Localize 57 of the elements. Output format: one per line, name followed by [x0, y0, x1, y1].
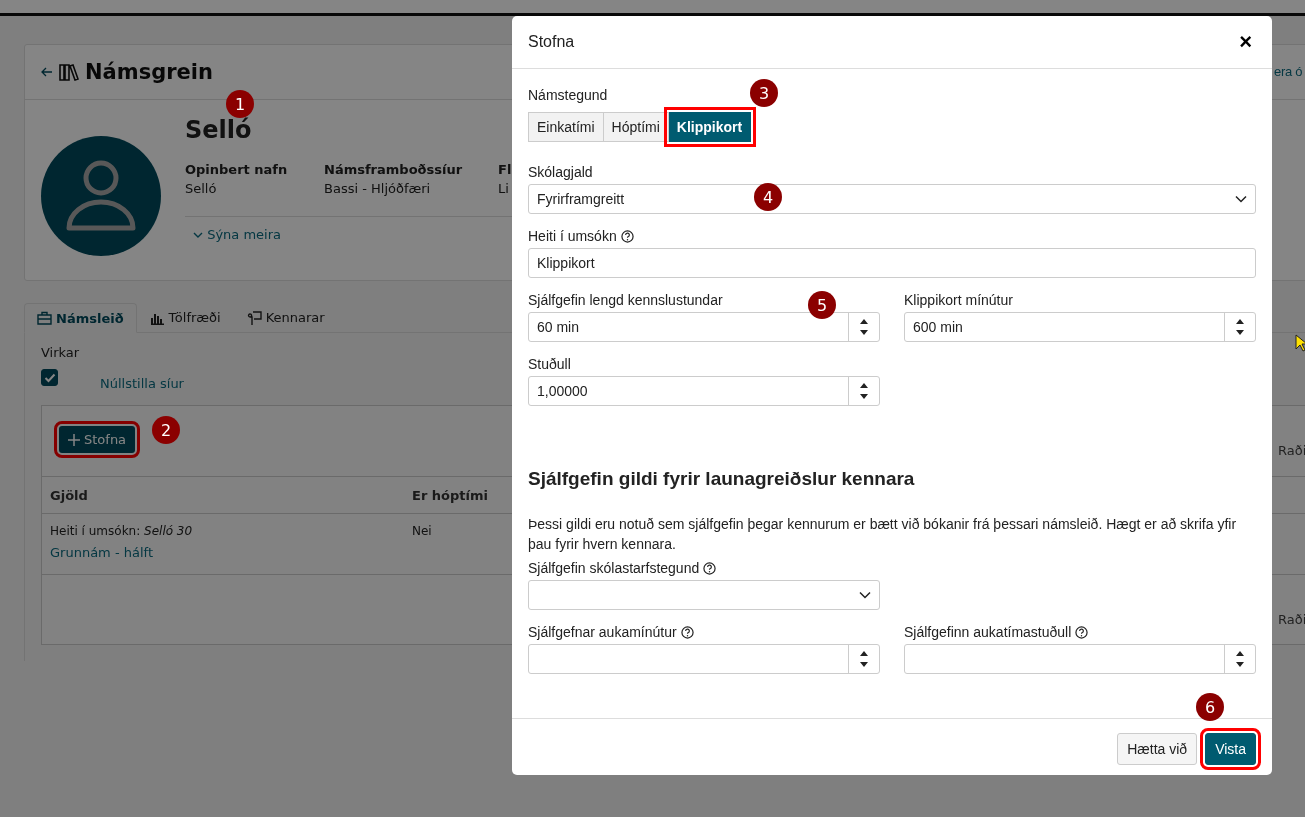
section-heading: Sjálfgefin gildi fyrir launagreiðslur kennara	[528, 468, 916, 490]
fact-value: Bassi - Hljóðfæri	[324, 181, 432, 196]
field-label: Sjálfgefnar aukamínútur	[528, 624, 677, 640]
field-label: Skólagjald	[528, 164, 593, 180]
fact-label: Fl	[498, 162, 512, 177]
table-cell-text: Nei	[412, 524, 432, 540]
fact-label: Opinbert nafn	[185, 162, 289, 177]
field-label: Námstegund	[528, 87, 608, 103]
field-label: Sjálfgefin lengd kennslustundar	[528, 292, 723, 308]
select-field[interactable]	[528, 580, 880, 610]
link-text[interactable]: era ó	[1274, 64, 1303, 79]
chevron-down-icon	[193, 232, 203, 239]
column-header: Er hóptími	[412, 487, 488, 503]
help-icon[interactable]	[680, 625, 694, 639]
help-icon[interactable]	[703, 561, 717, 575]
fact-value: Selló	[185, 181, 218, 196]
field-label: Klippikort mínútur	[904, 292, 1013, 308]
mouse-cursor-icon	[1295, 334, 1305, 352]
segment-button[interactable]: Hóptími	[603, 112, 669, 142]
tab[interactable]: Tölfræði	[136, 303, 234, 332]
books-icon	[59, 62, 79, 82]
back-arrow-icon[interactable]	[41, 67, 53, 77]
application-name: Heiti í umsókn: Selló 30	[50, 524, 193, 538]
section-description: Þessi gildi eru notuð sem sjálfgefin þegar kennurum er bætt við bókanir frá þessari námsleið. Hægt er að skrifa yfir þau fyrir hvern kennara.	[528, 515, 1238, 554]
chevron-down-icon	[1235, 195, 1247, 203]
tab[interactable]: Námsleið	[24, 303, 137, 333]
close-button[interactable]: ×	[1235, 29, 1256, 55]
table-cell: Raði	[1278, 612, 1305, 627]
fact-label: Námsframboðssíur	[324, 162, 464, 177]
briefcase-icon	[37, 311, 52, 325]
filter-label: Virkar	[41, 345, 81, 360]
page-title: Námsgrein	[85, 60, 213, 84]
field-label: Heiti í umsókn	[528, 228, 617, 244]
number-field[interactable]	[528, 644, 880, 674]
number-field[interactable]: 600 min	[904, 312, 1256, 342]
segment-button[interactable]: Einkatími	[528, 112, 604, 142]
show-more-link[interactable]: Sýna meira	[193, 227, 281, 242]
teacher-board-icon	[246, 310, 262, 325]
field-label: Sjálfgefinn aukatímastuðull	[904, 624, 1072, 640]
number-field[interactable]	[904, 644, 1256, 674]
tab[interactable]: Kennarar	[233, 303, 338, 332]
plus-icon	[68, 433, 80, 446]
help-icon[interactable]	[620, 229, 634, 243]
field-label: Stuðull	[528, 356, 571, 372]
checkbox[interactable]	[41, 369, 58, 386]
table-cell: Raði	[1278, 443, 1305, 458]
field-label: Sjálfgefin skólastarfstegund	[528, 560, 700, 576]
text-field[interactable]: Klippikort	[528, 248, 1256, 278]
subject-name: Selló	[185, 116, 252, 144]
column-header: Gjöld	[50, 487, 88, 503]
number-field[interactable]: 1,00000	[528, 376, 880, 406]
cancel-button[interactable]: Hætta við	[1117, 733, 1198, 765]
avatar-icon	[41, 136, 161, 256]
fact-value: Li	[498, 181, 510, 196]
chevron-down-icon	[859, 591, 871, 599]
dialog-title: Stofna	[528, 33, 575, 51]
help-icon[interactable]	[1075, 625, 1089, 639]
